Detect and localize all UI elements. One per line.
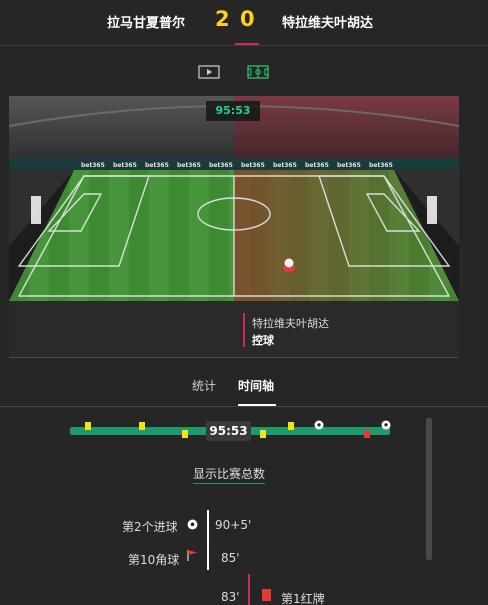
yellow-card-icon: [260, 430, 266, 438]
home-events-line: [207, 510, 209, 570]
event-minute: 83': [221, 590, 240, 604]
event-minute: 85': [221, 551, 240, 565]
team-color-bar: [243, 313, 245, 347]
show-match-total-link[interactable]: 显示比赛总数: [193, 465, 265, 482]
event-label: 第1红牌: [281, 592, 325, 605]
home-team-name: 拉马甘夏普尔: [107, 16, 186, 31]
svg-text:bet365: bet365: [113, 162, 137, 169]
event-minute: 90+5': [215, 518, 252, 532]
timeline-clock: 95:53: [206, 421, 251, 441]
pitch-visualization: bet365 bet365 bet365 bet365 bet365 bet365 be…: [9, 96, 459, 358]
svg-text:bet365: bet365: [273, 162, 297, 169]
corner-flag-icon: [187, 550, 197, 561]
timeline-scrollbar[interactable]: [426, 418, 432, 560]
live-event-team: 特拉维夫叶胡达: [252, 317, 329, 330]
yellow-card-icon: [182, 430, 188, 438]
pitch-icon: [247, 65, 269, 79]
svg-text:bet365: bet365: [305, 162, 329, 169]
video-view-button[interactable]: [198, 64, 220, 79]
away-events-line: [248, 574, 250, 605]
svg-text:bet365: bet365: [177, 162, 201, 169]
soccer-ball-icon: [314, 420, 324, 430]
yellow-card-icon: [288, 422, 294, 430]
svg-text:bet365: bet365: [337, 162, 361, 169]
show-total-underline: [193, 483, 265, 484]
red-card-icon: [364, 430, 370, 438]
away-possession-indicator: [235, 43, 259, 45]
yellow-card-icon: [85, 422, 91, 430]
match-clock: 95:53: [206, 101, 260, 121]
soccer-ball-icon: [187, 519, 198, 530]
svg-text:bet365: bet365: [81, 162, 105, 169]
away-team-name: 特拉维夫叶胡达: [282, 16, 374, 31]
tabs-divider: [0, 406, 488, 407]
home-score: 2: [215, 7, 230, 31]
tab-stats[interactable]: 统计: [192, 377, 216, 394]
svg-text:bet365: bet365: [209, 162, 233, 169]
event-label: 第10角球: [128, 553, 180, 567]
event-label: 第2个进球: [122, 520, 178, 534]
soccer-ball-icon: [381, 420, 391, 430]
pitch-view-button[interactable]: [247, 64, 269, 79]
svg-text:bet365: bet365: [145, 162, 169, 169]
live-event-panel: 特拉维夫叶胡达 控球: [9, 301, 459, 358]
svg-text:bet365: bet365: [369, 162, 393, 169]
away-score: 0: [240, 7, 255, 31]
live-event-type: 控球: [252, 334, 274, 347]
yellow-card-icon: [139, 422, 145, 430]
tab-timeline[interactable]: 时间轴: [238, 377, 274, 394]
match-header: 拉马甘夏普尔 2 0 特拉维夫叶胡达: [0, 0, 488, 46]
play-icon: [198, 65, 220, 79]
svg-text:bet365: bet365: [241, 162, 265, 169]
red-card-icon: [262, 589, 271, 601]
